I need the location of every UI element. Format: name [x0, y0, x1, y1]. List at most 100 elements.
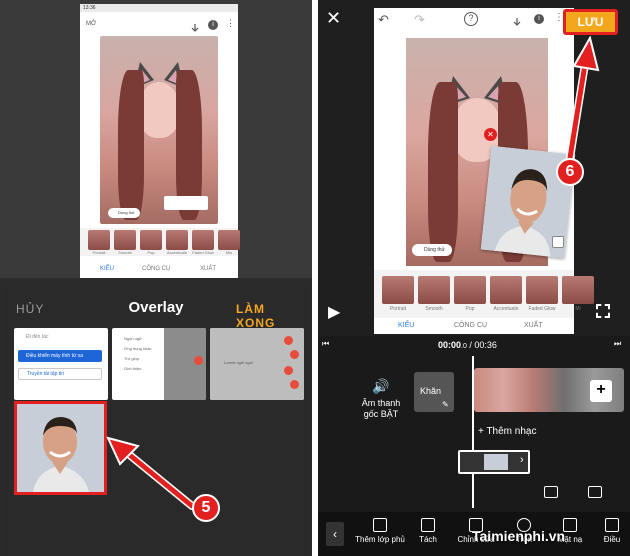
redo-icon[interactable]: ↷: [414, 12, 425, 28]
selected-overlay-photo[interactable]: [14, 401, 107, 495]
tab-export[interactable]: XUẤT: [524, 322, 543, 329]
bottom-toolbar: ‹ Thêm lớp phủ Tách Chỉnh sửa Trộn Mặt n…: [318, 512, 630, 556]
overlay-track-thumb: [484, 454, 508, 470]
time-ms: .0: [461, 343, 467, 350]
undo-icon[interactable]: ↶: [378, 12, 389, 28]
grid-item-white-button: Truyền tải tập tin: [18, 368, 102, 380]
bottom-tabs: KIỂU CÔNG CỤ XUẤT: [80, 262, 238, 278]
snapseed-preview-area: 13:36 MỞ i ⋮ Dùng thử Portrait Smooth Po…: [0, 0, 312, 278]
timeline-start-icon[interactable]: ⏮: [322, 339, 329, 349]
tool-add-overlay[interactable]: Thêm lớp phủ: [354, 518, 406, 544]
fullscreen-icon[interactable]: [596, 304, 610, 318]
filter-thumb[interactable]: [166, 230, 188, 250]
cover-button[interactable]: Khăn ✎: [414, 372, 454, 412]
add-music-button[interactable]: + Thêm nhạc: [478, 426, 536, 437]
grid-item-dot: [290, 350, 299, 359]
filter-thumb[interactable]: [114, 230, 136, 250]
done-button[interactable]: LÀM XONG: [236, 302, 308, 330]
status-bar: 13:36: [80, 4, 238, 12]
edit-icon: ✎: [442, 400, 449, 409]
grid-item-dot: [290, 380, 299, 389]
tab-styles[interactable]: KIỂU: [398, 322, 414, 329]
tab-tools[interactable]: CÔNG CỤ: [142, 266, 170, 272]
cover-label: Khăn: [420, 386, 442, 396]
filter-label: Accentuate: [166, 250, 187, 255]
overlay-grid-item[interactable]: Đi đến tác Điều khiển máy tính từ xa Tru…: [14, 328, 108, 400]
filter-thumb[interactable]: [140, 230, 162, 250]
delete-overlay-icon[interactable]: ✕: [484, 128, 497, 141]
grid-item-blue-button: Điều khiển máy tính từ xa: [18, 350, 102, 362]
download-icon[interactable]: [512, 14, 522, 26]
track-handle-right-icon[interactable]: ›: [520, 454, 524, 466]
adjust-icon: [605, 518, 619, 532]
playhead[interactable]: [472, 356, 474, 508]
play-icon[interactable]: ▶: [328, 302, 340, 322]
tool-adjust[interactable]: Điều: [586, 518, 630, 544]
filter-label: Pop: [147, 250, 155, 255]
man-portrait-image: [17, 404, 104, 492]
filter-label: Smooth: [118, 250, 132, 255]
try-button[interactable]: Dùng thử: [412, 244, 452, 256]
bottom-tabs: KIỂU CÔNG CỤ XUẤT: [374, 320, 574, 334]
grid-item-dot: [284, 366, 293, 375]
filter-label: Pop: [465, 306, 475, 312]
hair-left: [428, 82, 458, 262]
speaker-icon[interactable]: 🔊: [372, 378, 389, 395]
tool-label: Tách: [419, 535, 437, 544]
split-view-icon[interactable]: [544, 486, 558, 498]
filter-thumb[interactable]: [192, 230, 214, 250]
info-icon[interactable]: i: [208, 20, 218, 30]
tool-split[interactable]: Tách: [402, 518, 454, 544]
arrow-to-photo: [104, 434, 200, 514]
filter-label: Portrait: [389, 306, 407, 312]
download-icon[interactable]: [190, 20, 200, 32]
filter-thumb[interactable]: [218, 230, 240, 250]
filter-label: Faded Glow: [528, 306, 556, 312]
overlay-grid-item[interactable]: Ngôn ngữ Ứng dụng khác Trợ giúp Giới thi…: [112, 328, 206, 400]
grid-item-row: Giới thiệu: [124, 366, 142, 371]
time-total: / 00:36: [469, 340, 497, 350]
filter-thumb[interactable]: [526, 276, 558, 304]
overlay-track[interactable]: ›: [458, 450, 530, 474]
timeline-end-icon[interactable]: ⏭: [614, 339, 621, 349]
audio-toggle-label[interactable]: Âm thanh gốc BẬT: [356, 398, 406, 420]
grid-item-text: Đi đến tác: [26, 334, 49, 340]
right-screenshot-panel: ✕ ↶ ↷ ? i ⋮ Dùng thử ✕ Portrait Smooth P…: [318, 0, 630, 556]
mask-icon: [563, 518, 577, 532]
back-icon[interactable]: ‹: [326, 522, 344, 546]
add-clip-button[interactable]: +: [590, 380, 612, 402]
grid-item-row: Ứng dụng khác: [124, 346, 152, 351]
resize-handle-icon[interactable]: [552, 236, 564, 248]
filter-strip: Portrait Smooth Pop Accentuate Faded Glo…: [374, 270, 594, 318]
filter-thumb[interactable]: [562, 276, 594, 304]
tab-tools[interactable]: CÔNG CỤ: [454, 322, 487, 329]
filter-thumb[interactable]: [490, 276, 522, 304]
phone-preview: 13:36 MỞ i ⋮ Dùng thử Portrait Smooth Po…: [80, 4, 240, 278]
grid-item-dot: [284, 336, 293, 345]
overlay-grid-item[interactable]: Lorem ngôi ngồi: [210, 328, 304, 400]
grid-item-row: Trợ giúp: [124, 356, 139, 361]
try-button[interactable]: Dùng thử: [108, 208, 140, 218]
filter-label: Mis: [225, 250, 233, 255]
tool-label: Điều: [603, 535, 621, 544]
filter-thumb[interactable]: [418, 276, 450, 304]
grid-item-dot: [194, 356, 203, 365]
filter-label: Mi: [575, 306, 581, 312]
crop-view-icon[interactable]: [588, 486, 602, 498]
tab-styles[interactable]: KIỂU: [100, 266, 114, 272]
grid-item-text: Lorem ngôi ngồi: [224, 360, 253, 365]
info-icon[interactable]: i: [534, 14, 544, 24]
tool-label: Thêm lớp phủ: [355, 535, 405, 544]
more-icon[interactable]: ⋮: [226, 18, 235, 29]
tab-export[interactable]: XUẤT: [200, 266, 216, 272]
filter-thumb[interactable]: [88, 230, 110, 250]
filter-thumb[interactable]: [382, 276, 414, 304]
watermark-logo: Taimienphi.vn: [472, 528, 566, 544]
filter-thumb[interactable]: [454, 276, 486, 304]
time-current: 00:00: [438, 340, 462, 350]
help-icon[interactable]: ?: [464, 12, 478, 26]
close-icon[interactable]: ✕: [326, 8, 341, 29]
save-button[interactable]: LƯU: [563, 9, 618, 35]
filter-strip: Portrait Smooth Pop Accentuate Faded Glo…: [80, 228, 240, 256]
photo-preview: Dùng thử: [100, 36, 218, 224]
